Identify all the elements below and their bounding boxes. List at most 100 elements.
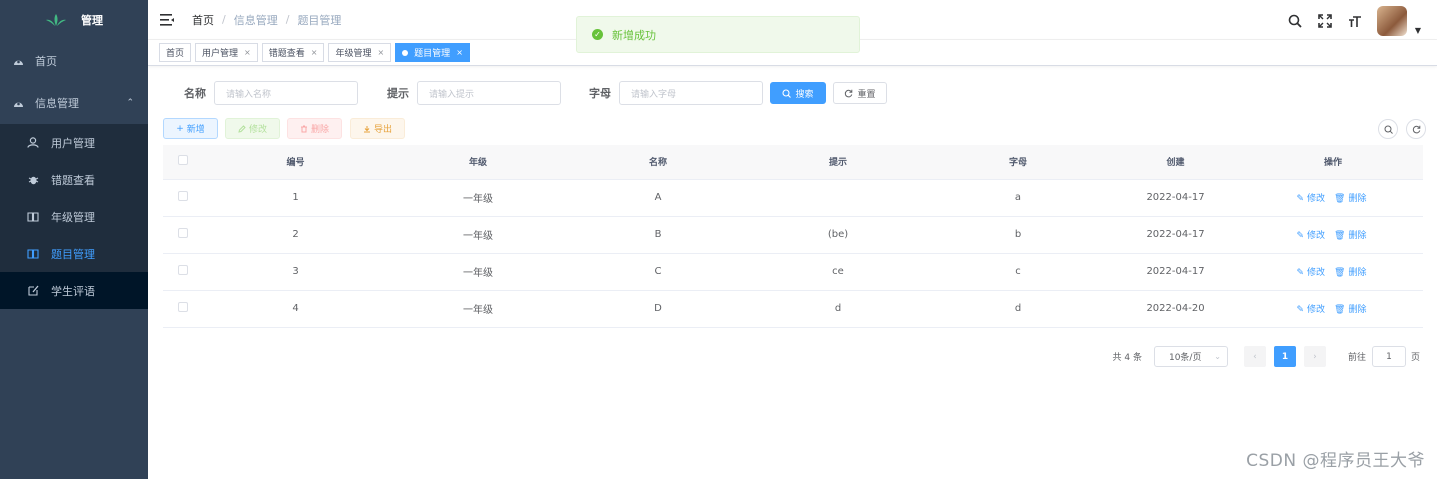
edit-icon [238,124,246,133]
tag-questions[interactable]: 题目管理 × [395,43,470,62]
tag-users[interactable]: 用户管理 × [195,43,258,62]
goto-label: 前往 [1347,353,1366,363]
search-form: 名称 请输入名称 提示 请输入提示 字母 请输入字母 搜索 重置 [148,80,1437,106]
goto-page-input[interactable]: 1 [1371,346,1406,367]
breadcrumb-separator: / [222,13,226,26]
row-checkbox[interactable] [163,179,203,217]
breadcrumb-item-home[interactable]: 首页 [192,12,214,28]
row-delete-link[interactable]: 🗑 删除 [1334,268,1369,278]
close-icon[interactable]: × [244,48,251,57]
search-button-label: 搜索 [795,89,814,100]
row-delete-label: 删除 [1348,194,1367,204]
font-size-icon[interactable] [1347,13,1363,29]
select-all-checkbox[interactable] [163,145,203,180]
cell-name: B [568,216,748,254]
edit-button[interactable]: 修改 [225,118,280,139]
delete-button[interactable]: 删除 [287,118,342,139]
row-checkbox[interactable] [163,253,203,291]
cell-letter: c [928,253,1108,291]
sidebar-item-users[interactable]: 用户管理 [0,124,148,161]
page-number-current[interactable]: 1 [1273,346,1296,367]
caret-down-icon[interactable]: ▼ [1415,26,1421,35]
close-icon[interactable]: × [377,48,384,57]
row-edit-link[interactable]: ✎ 修改 [1296,305,1328,315]
tag-label: 年级管理 [335,49,372,59]
dashboard-icon [12,97,24,109]
row-checkbox[interactable] [163,290,203,328]
cell-name: A [568,179,748,217]
cell-created: 2022-04-20 [1108,290,1243,328]
column-header: 年级 [388,145,568,180]
row-edit-link[interactable]: ✎ 修改 [1296,194,1328,204]
table-header-row: 编号 年级 名称 提示 字母 创建 操作 [163,145,1423,180]
column-header: 创建 [1108,145,1243,180]
row-edit-link[interactable]: ✎ 修改 [1296,268,1328,278]
cell-hint: ce [748,253,928,291]
reset-button[interactable]: 重置 [833,82,887,104]
row-edit-link[interactable]: ✎ 修改 [1296,231,1328,241]
cell-actions: ✎ 修改 🗑 删除 [1243,216,1423,254]
breadcrumb-item-current: 题目管理 [297,13,342,27]
sidebar: 管理 首页 信息管理 ⌃ 用户管理 错题查看 年级管理 题目管理 学生评语 [0,0,148,479]
plus-icon: + [176,123,184,134]
add-button[interactable]: + 新增 [163,118,218,139]
refresh-button[interactable] [1406,119,1426,139]
cell-created: 2022-04-17 [1108,216,1243,254]
cell-actions: ✎ 修改 🗑 删除 [1243,179,1423,217]
reset-button-label: 重置 [857,89,876,100]
sidebar-item-questions[interactable]: 题目管理 [0,235,148,272]
search-icon[interactable] [1287,13,1303,29]
cell-letter: b [928,216,1108,254]
tag-home[interactable]: 首页 [159,43,192,62]
edit-button-label: 修改 [248,125,267,135]
page-size-select[interactable]: 10条/页 ⌄ [1153,346,1228,367]
row-delete-link[interactable]: 🗑 删除 [1334,305,1369,315]
sidebar-item-grades[interactable]: 年级管理 [0,198,148,235]
search-icon [1384,125,1393,134]
close-icon[interactable]: × [456,48,463,57]
export-button[interactable]: 导出 [350,118,405,139]
column-header: 提示 [748,145,928,180]
people-icon [27,137,39,149]
cell-grade: 一年级 [388,290,568,328]
row-delete-link[interactable]: 🗑 删除 [1334,194,1369,204]
sidebar-item-wrong-questions[interactable]: 错题查看 [0,161,148,198]
hint-input[interactable]: 请输入提示 [417,81,561,105]
column-header: 操作 [1243,145,1423,180]
search-button[interactable]: 搜索 [770,82,826,104]
download-icon [363,125,370,132]
trash-icon [300,125,307,132]
close-icon[interactable]: × [311,48,318,57]
sidebar-item-comments[interactable]: 学生评语 [0,272,148,309]
success-message-text: 新增成功 [612,28,656,42]
tag-grades[interactable]: 年级管理 × [328,43,392,62]
avatar[interactable] [1376,6,1407,36]
column-header: 字母 [928,145,1108,180]
fullscreen-icon[interactable] [1317,13,1333,29]
sidebar-item-home[interactable]: 首页 [0,40,148,82]
row-delete-link[interactable]: 🗑 删除 [1334,231,1369,241]
active-dot-icon [402,49,409,56]
prev-page-button[interactable]: ‹ [1243,346,1266,367]
sidebar-group-info[interactable]: 信息管理 ⌃ [0,82,148,124]
cell-hint: (be) [748,216,928,254]
toggle-search-button[interactable] [1378,119,1398,139]
logo-text: 管理 [81,14,103,27]
name-input[interactable]: 请输入名称 [214,81,358,105]
cell-actions: ✎ 修改 🗑 删除 [1243,290,1423,328]
letter-input[interactable]: 请输入字母 [619,81,763,105]
next-page-button[interactable]: › [1303,346,1326,367]
row-edit-label: 修改 [1307,194,1326,204]
sidebar-item-label: 错题查看 [51,173,95,187]
table-row: 1 一年级 Aa 2022-04-17 ✎ 修改 🗑 删除 [163,179,1423,217]
sidebar-item-label: 学生评语 [51,284,95,298]
cell-grade: 一年级 [388,216,568,254]
table-row: 4 一年级 Dd d 2022-04-20 ✎ 修改 🗑 删除 [163,290,1423,328]
right-menu: ▼ [1287,6,1421,36]
tag-wrong-questions[interactable]: 错题查看 × [261,43,325,62]
cell-created: 2022-04-17 [1108,253,1243,291]
tag-label: 用户管理 [202,49,239,59]
row-checkbox[interactable] [163,216,203,254]
hamburger-icon[interactable] [160,13,174,26]
bug-icon [27,174,39,186]
